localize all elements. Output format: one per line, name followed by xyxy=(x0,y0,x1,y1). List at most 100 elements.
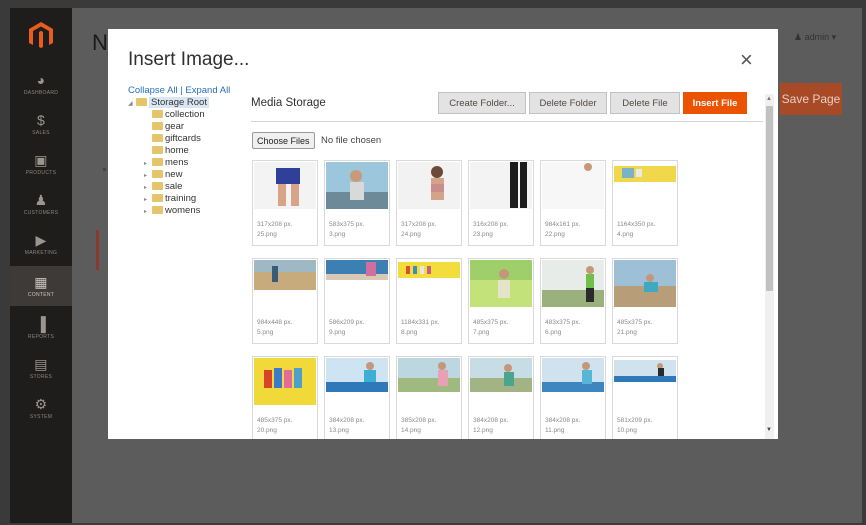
image-thumbnail xyxy=(254,162,316,209)
image-tile[interactable]: 984x161 px. 22.png xyxy=(540,160,606,246)
delete-file-button[interactable]: Delete File xyxy=(610,92,680,114)
image-thumbnail xyxy=(614,260,676,307)
tree-node-collection[interactable]: collection xyxy=(152,109,233,121)
image-thumbnail xyxy=(614,358,676,405)
folder-icon xyxy=(152,170,163,178)
sidebar-item-stores[interactable]: ▤ STORES xyxy=(10,348,72,388)
content-icon: ▦ xyxy=(34,273,48,290)
image-thumbnail xyxy=(398,260,460,307)
tree-node-root[interactable]: ◢ Storage Root xyxy=(128,97,209,109)
vertical-scrollbar[interactable]: ▲ ▼ xyxy=(765,94,774,439)
image-tile[interactable]: 384x208 px. 13.png xyxy=(324,356,390,439)
choose-files-button[interactable]: Choose Files xyxy=(252,132,315,149)
box-icon: ▣ xyxy=(34,151,48,168)
image-tile[interactable]: 316x208 px. 23.png xyxy=(468,160,534,246)
image-thumbnail xyxy=(614,162,676,209)
image-thumbnail xyxy=(542,260,604,307)
collapse-all-link[interactable]: Collapse All xyxy=(128,85,178,96)
chevron-down-icon: ▾ xyxy=(831,32,837,42)
scrollbar-thumb[interactable] xyxy=(766,106,773,291)
sidebar-item-system[interactable]: ⚙ SYSTEM xyxy=(10,388,72,428)
image-thumbnail xyxy=(398,162,460,209)
folder-icon xyxy=(152,158,163,166)
create-folder-button[interactable]: Create Folder... xyxy=(438,92,526,114)
tree-controls: Collapse All | Expand All xyxy=(128,85,230,96)
background-dot xyxy=(103,168,106,171)
folder-icon xyxy=(152,122,163,130)
image-thumbnail xyxy=(326,162,388,209)
tree-node-training[interactable]: ▸ training xyxy=(144,193,225,205)
user-icon: ♟ xyxy=(794,32,803,42)
image-tile[interactable]: 485x375 px. 21.png xyxy=(612,258,678,344)
tree-node-giftcards[interactable]: giftcards xyxy=(152,133,233,145)
image-tile[interactable]: 384x208 px. 11.png xyxy=(540,356,606,439)
tree-node-sale[interactable]: ▸ sale xyxy=(144,181,225,193)
image-tile[interactable]: 586x209 px. 9.png xyxy=(324,258,390,344)
image-thumbnail xyxy=(254,358,316,405)
no-file-chosen-label: No file chosen xyxy=(321,135,382,146)
folder-icon xyxy=(152,206,163,214)
sidebar-item-marketing[interactable]: ▶ MARKETING xyxy=(10,224,72,264)
scroll-up-arrow-icon[interactable]: ▲ xyxy=(766,96,772,102)
scroll-down-arrow-icon[interactable]: ▼ xyxy=(766,427,772,433)
magento-logo-icon[interactable] xyxy=(26,20,56,50)
page-title: N xyxy=(92,30,108,55)
media-storage-label: Media Storage xyxy=(251,97,326,109)
image-thumbnail xyxy=(254,260,316,307)
image-thumbnail xyxy=(326,260,388,307)
image-thumbnail xyxy=(398,358,460,405)
image-tile[interactable]: 483x375 px. 6.png xyxy=(540,258,606,344)
insert-file-button[interactable]: Insert File xyxy=(683,92,747,114)
sidebar-item-dashboard[interactable]: ◕ DASHBOARD xyxy=(10,64,72,104)
folder-icon xyxy=(152,110,163,118)
admin-account-menu[interactable]: ♟ admin ▾ xyxy=(794,32,836,43)
image-thumbnail xyxy=(470,358,532,405)
tree-node-womens[interactable]: ▸ womens xyxy=(144,205,225,217)
sidebar-item-reports[interactable]: ▐ REPORTS xyxy=(10,308,72,348)
megaphone-icon: ▶ xyxy=(35,231,47,248)
insert-image-modal: Insert Image... × Collapse All | Expand … xyxy=(108,29,778,439)
folder-tree: ◢ Storage Root collection gear giftcards … xyxy=(128,97,209,217)
image-thumbnail xyxy=(326,358,388,405)
image-thumbnail xyxy=(542,162,604,209)
folder-icon xyxy=(152,134,163,142)
save-page-button[interactable]: Save Page xyxy=(780,83,842,115)
bar-chart-icon: ▐ xyxy=(35,315,47,332)
folder-icon xyxy=(152,182,163,190)
folder-icon xyxy=(136,98,147,106)
tree-node-new[interactable]: ▸ new xyxy=(144,169,225,181)
folder-icon xyxy=(152,146,163,154)
expand-all-link[interactable]: Expand All xyxy=(185,85,230,96)
image-tile[interactable]: 583x375 px. 3.png xyxy=(324,160,390,246)
dashboard-icon: ◕ xyxy=(36,71,46,88)
sidebar-item-customers[interactable]: ♟ CUSTOMERS xyxy=(10,184,72,224)
admin-frame: ◕ DASHBOARD $ SALES ▣ PRODUCTS ♟ CUSTOME… xyxy=(10,8,862,523)
image-tile[interactable]: 385x208 px. 14.png xyxy=(396,356,462,439)
folder-icon xyxy=(152,194,163,202)
expanded-arrow-icon[interactable]: ◢ xyxy=(128,98,136,110)
sidebar-item-products[interactable]: ▣ PRODUCTS xyxy=(10,144,72,184)
modal-title: Insert Image... xyxy=(128,49,250,70)
tree-node-mens[interactable]: ▸ mens xyxy=(144,157,225,169)
admin-label: admin xyxy=(804,32,830,42)
sidebar-item-sales[interactable]: $ SALES xyxy=(10,104,72,144)
image-tile[interactable]: 1184x331 px. 8.png xyxy=(396,258,462,344)
tree-node-gear[interactable]: gear xyxy=(152,121,233,133)
image-thumbnail xyxy=(470,162,532,209)
image-thumbnail xyxy=(542,358,604,405)
image-tile[interactable]: 317x208 px. 25.png xyxy=(252,160,318,246)
image-tile[interactable]: 485x375 px. 20.png xyxy=(252,356,318,439)
image-tile[interactable]: 384x208 px. 12.png xyxy=(468,356,534,439)
image-tile[interactable]: 1164x350 px. 4.png xyxy=(612,160,678,246)
background-accent-line xyxy=(96,230,99,270)
delete-folder-button[interactable]: Delete Folder xyxy=(529,92,607,114)
tree-node-home[interactable]: home xyxy=(152,145,233,157)
image-tile[interactable]: 984x448 px. 5.png xyxy=(252,258,318,344)
image-tile[interactable]: 581x209 px. 10.png xyxy=(612,356,678,439)
image-thumbnail xyxy=(470,260,532,307)
tree-links-separator: | xyxy=(180,85,183,96)
sidebar-item-content[interactable]: ▦ CONTENT xyxy=(10,266,72,306)
image-tile[interactable]: 317x208 px. 24.png xyxy=(396,160,462,246)
image-tile[interactable]: 485x375 px. 7.png xyxy=(468,258,534,344)
collapsed-arrow-icon[interactable]: ▸ xyxy=(144,206,152,218)
